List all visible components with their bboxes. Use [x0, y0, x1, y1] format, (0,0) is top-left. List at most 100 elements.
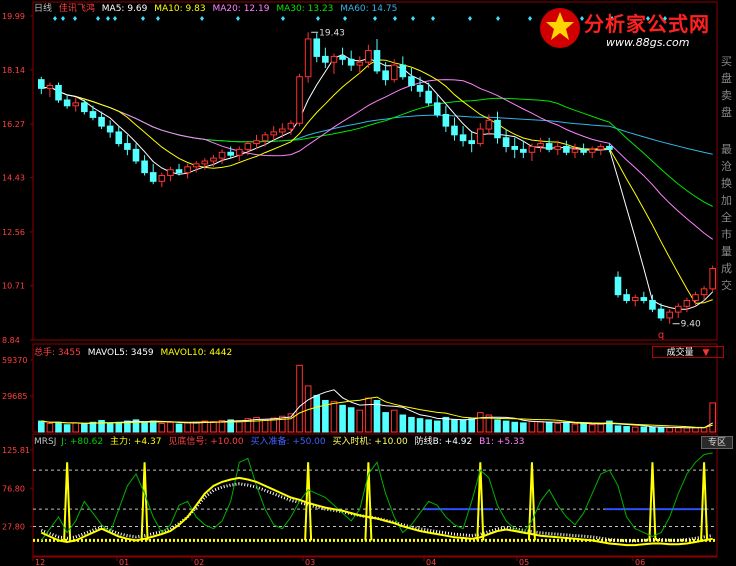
volume-bar: [167, 421, 174, 433]
candle-body: [330, 55, 338, 63]
candle-body: [149, 172, 157, 182]
price-tick-label: 8.84: [2, 336, 20, 345]
volume-bar: [408, 416, 415, 433]
time-tick-label: 03: [305, 558, 315, 566]
signal-spike: [140, 462, 149, 541]
volume-bar: [184, 422, 191, 433]
candle-body: [270, 131, 278, 136]
signal-spike: [527, 462, 536, 541]
volume-bar: [451, 419, 458, 433]
side-panel-char[interactable]: 量: [721, 245, 735, 258]
volume-bar: [149, 420, 157, 433]
candle-body: [451, 125, 458, 136]
side-panel-char[interactable]: 全: [721, 211, 735, 224]
indicator-dropdown-label: 成交量: [666, 348, 694, 358]
signal-spike: [648, 462, 657, 541]
volume-bar: [571, 423, 579, 433]
side-panel-char[interactable]: 卖: [721, 89, 735, 102]
side-panel-char[interactable]: 买: [721, 55, 735, 68]
candle-body: [433, 102, 441, 116]
volume-bar: [692, 427, 699, 433]
candle-body: [365, 50, 372, 63]
indicator-dropdown[interactable]: 成交量 ▼: [652, 346, 724, 358]
price-tick-label: 16.27: [2, 120, 25, 129]
candle-body: [167, 169, 174, 177]
candle-body: [425, 90, 432, 104]
volume-bar: [442, 416, 450, 433]
indicator-name: MRSJ: [34, 437, 57, 447]
candle-body: [382, 70, 389, 81]
candle-body: [124, 143, 131, 150]
signal-spike: [700, 462, 709, 541]
ma30-readout: MA30: 13.23: [276, 4, 334, 14]
candle-body: [373, 50, 381, 72]
side-panel-char[interactable]: 市: [721, 228, 735, 241]
time-tick-label: 02: [194, 558, 204, 566]
price-tick-label: 12.56: [2, 228, 25, 237]
logo-url: www.88gs.com: [606, 36, 690, 49]
candle-body: [72, 102, 80, 107]
side-panel-char[interactable]: 沧: [721, 160, 735, 173]
signal-spike: [476, 462, 485, 541]
side-panel-char[interactable]: 最: [721, 143, 735, 156]
side-panel-char[interactable]: 加: [721, 194, 735, 207]
candle-body: [210, 157, 217, 162]
signal-diamond: [113, 16, 117, 21]
side-panel-char[interactable]: 交: [721, 279, 735, 292]
signal-diamond: [496, 16, 500, 21]
volume-bar: [313, 395, 321, 433]
volume-bar: [631, 426, 639, 433]
candle-body: [709, 268, 716, 290]
side-panel-char[interactable]: 盘: [721, 72, 735, 85]
volume-bar: [709, 402, 716, 433]
candle-body: [313, 38, 321, 57]
candle-body: [192, 163, 200, 168]
indicator-tick-label: 27.80: [2, 522, 25, 531]
price-tick-label: 10.71: [2, 282, 25, 291]
candle-body: [253, 140, 260, 145]
prep-readout: 买入准备: +50.00: [250, 437, 326, 447]
candle-body: [141, 160, 148, 174]
side-panel-char[interactable]: 换: [721, 177, 735, 190]
candle-body: [623, 294, 630, 301]
signal-diamond: [431, 16, 435, 21]
signal-diamond: [281, 16, 285, 21]
time-tick-label: 04: [426, 558, 436, 566]
period-label: 日线: [34, 4, 53, 14]
candle-body: [528, 145, 536, 153]
volume-bar: [563, 422, 570, 433]
candle-body: [235, 148, 243, 156]
indicator-tick-label: 76.80: [2, 484, 25, 493]
stock-name[interactable]: 佳讯飞鸿: [59, 4, 95, 14]
ma60-line: [41, 86, 713, 155]
candle-body: [322, 55, 329, 63]
volume-bar: [373, 399, 381, 433]
volume-bar: [296, 364, 303, 433]
side-panel-char[interactable]: 成: [721, 262, 735, 275]
candle-body: [674, 305, 682, 313]
candle-body: [700, 288, 708, 296]
low-price-label: 9.40: [681, 320, 701, 330]
candle-body: [356, 61, 364, 66]
candle-body: [416, 84, 424, 92]
candle-body: [279, 128, 286, 133]
candle-body: [692, 294, 699, 301]
side-panel-char[interactable]: 盘: [721, 106, 735, 119]
candle-body: [201, 160, 209, 165]
candle-body: [649, 299, 656, 310]
ma5-readout: MA5: 9.69: [101, 4, 148, 14]
signal-diamond: [343, 16, 347, 21]
volume-header: 总手: 3455 MAVOL5: 3459 MAVOL10: 4442: [34, 348, 232, 359]
zone-button[interactable]: 专区: [701, 436, 733, 449]
volume-bar: [537, 421, 544, 433]
volume-bar: [545, 421, 553, 433]
j-readout: J: +80.62: [61, 437, 104, 447]
candle-body: [442, 114, 450, 127]
volume-bar: [649, 426, 656, 433]
signal-diamond: [53, 16, 57, 21]
candle-body: [132, 148, 140, 162]
volume-bar: [433, 420, 441, 433]
main-header: 日线 佳讯飞鸿 MA5: 9.69 MA10: 9.83 MA20: 12.19…: [34, 4, 397, 15]
candle-body: [580, 148, 587, 153]
signal-diamond: [96, 16, 100, 21]
